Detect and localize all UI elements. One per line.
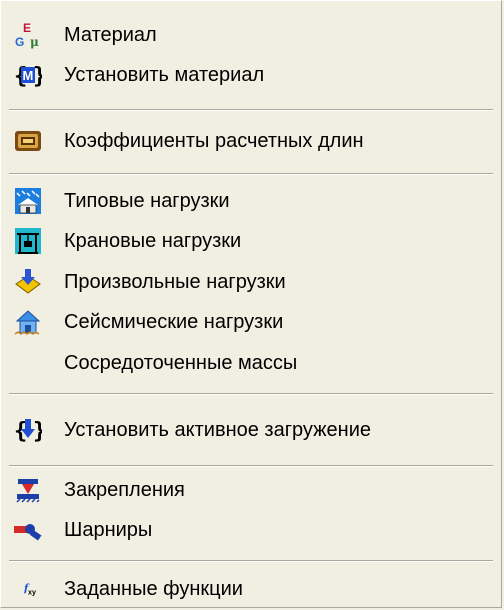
menu-item-hinges[interactable]: Шарниры (1, 512, 501, 548)
menu-separator (9, 560, 493, 562)
menu-separator (9, 465, 493, 467)
supports-icon (14, 476, 42, 504)
menu-item-supports[interactable]: Закрепления (1, 472, 501, 508)
seismic-loads-icon (14, 308, 42, 336)
menu-item-label: Заданные функции (64, 577, 243, 600)
menu-item-seismic-loads[interactable]: Сейсмические нагрузки (1, 304, 501, 340)
menu-item-label: Сейсмические нагрузки (64, 310, 284, 333)
length-coefficients-icon (14, 127, 42, 155)
menu-separator (9, 393, 493, 395)
svg-text:E: E (23, 21, 31, 35)
svg-text:xy: xy (28, 587, 36, 596)
context-menu: E G μ Материал { M } Установить материал (0, 0, 502, 608)
menu-item-label: Закрепления (64, 478, 185, 501)
menu-item-label: Произвольные нагрузки (64, 270, 286, 293)
menu-item-arbitrary-loads[interactable]: Произвольные нагрузки (1, 264, 501, 300)
svg-text:G: G (15, 35, 24, 49)
set-material-brace-m-icon: { M } (14, 61, 42, 89)
svg-text:}: } (33, 64, 42, 89)
hinges-icon (14, 516, 42, 544)
typical-loads-icon (14, 187, 42, 215)
menu-item-set-material[interactable]: { M } Установить материал (1, 57, 501, 93)
given-functions-fxy-icon: f xy (14, 575, 42, 603)
set-active-loading-icon: { } (14, 416, 42, 444)
menu-item-label: Установить активное загружение (64, 418, 371, 441)
menu-separator (9, 109, 493, 111)
svg-text:}: } (33, 419, 42, 444)
arbitrary-loads-icon (14, 268, 42, 296)
menu-item-label: Крановые нагрузки (64, 229, 242, 252)
crane-loads-icon (14, 227, 42, 255)
menu-item-material[interactable]: E G μ Материал (1, 17, 501, 53)
svg-text:M: M (23, 68, 34, 83)
menu-item-length-coefficients[interactable]: Коэффициенты расчетных длин (1, 123, 501, 159)
menu-item-given-functions[interactable]: f xy Заданные функции (1, 571, 501, 607)
menu-item-label: Типовые нагрузки (64, 189, 230, 212)
menu-item-label: Коэффициенты расчетных длин (64, 129, 364, 152)
menu-item-label: Шарниры (64, 518, 153, 541)
menu-item-typical-loads[interactable]: Типовые нагрузки (1, 183, 501, 219)
menu-item-concentrated-masses[interactable]: Сосредоточенные массы (1, 345, 501, 381)
menu-item-set-active-loading[interactable]: { } Установить активное загружение (1, 412, 501, 448)
menu-item-label: Материал (64, 23, 157, 46)
material-g-e-mu-icon: E G μ (14, 21, 42, 49)
menu-item-crane-loads[interactable]: Крановые нагрузки (1, 223, 501, 259)
menu-item-label: Установить материал (64, 63, 265, 86)
svg-text:μ: μ (30, 35, 39, 49)
menu-separator (9, 173, 493, 175)
menu-item-label: Сосредоточенные массы (64, 351, 298, 374)
